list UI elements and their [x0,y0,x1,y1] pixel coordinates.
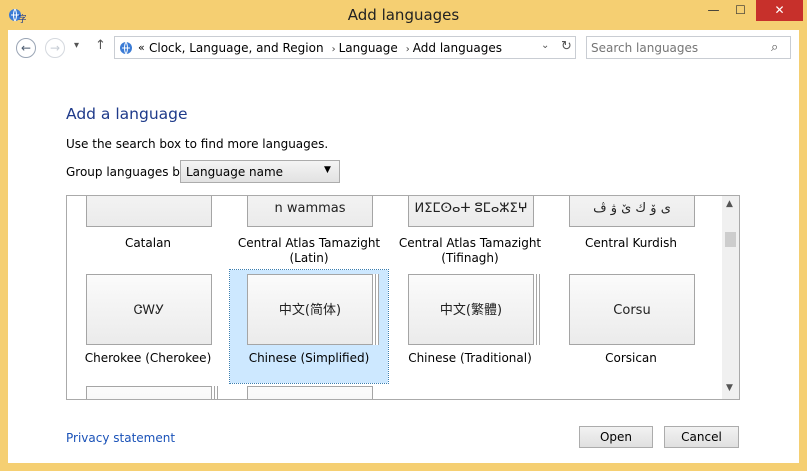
language-tile[interactable]: Corsu Corsican [552,270,710,383]
address-history-dropdown[interactable]: ⌄ [541,40,549,51]
breadcrumb-separator[interactable]: › [406,44,410,55]
page-title: Add a language [66,105,188,123]
language-script-preview: ی ۆ ك ێ ۋ ڤ [569,196,695,227]
back-button[interactable]: ← [16,38,36,58]
recent-locations-dropdown[interactable]: ▾ [74,40,79,51]
chevron-down-icon: ▼ [324,165,331,175]
language-tile[interactable]: n wammas Central Atlas Tamazight (Latin) [230,196,388,268]
language-tile-label: Catalan [124,236,172,250]
language-tile-label: Chinese (Simplified) [248,351,370,365]
language-tile[interactable]: ᏣᎳᎩ Cherokee (Cherokee) [69,270,227,383]
language-script-preview: Corsu [569,274,695,345]
group-by-select[interactable]: Language name ▼ [180,160,340,183]
privacy-statement-link[interactable]: Privacy statement [66,431,175,445]
search-input[interactable] [591,39,761,56]
maximize-button[interactable]: ☐ [727,0,754,21]
language-script-preview [86,196,212,227]
breadcrumb-add-languages[interactable]: Add languages [413,41,502,55]
language-tile[interactable]: ی ۆ ك ێ ۋ ڤ Central Kurdish [552,196,710,268]
language-tile[interactable]: 中文(繁體) Chinese (Traditional) [391,270,549,383]
language-script-preview[interactable] [86,386,212,399]
breadcrumb-language[interactable]: Language [339,41,398,55]
refresh-icon[interactable]: ↻ [561,39,572,54]
language-script-preview: ⵍⵉⵎⵙⴰⵜ ⵓⵎⴰⵣⵉⵖ [408,196,534,227]
language-folder-icon [120,41,132,55]
breadcrumb: Clock, Language, and Region › Language › Add… [149,41,505,55]
language-tile-label: Chinese (Traditional) [408,351,532,365]
language-script-preview: 中文(繁體) [408,274,534,345]
language-script-preview: ᏣᎳᎩ [86,274,212,345]
vertical-scrollbar[interactable]: ▲ ▼ [722,196,739,399]
address-bar[interactable]: « Clock, Language, and Region › Language › A… [114,36,576,59]
language-script-preview: n wammas [247,196,373,227]
group-by-value: Language name [186,165,284,179]
open-button[interactable]: Open [579,426,653,448]
search-box[interactable]: ⌕ [586,36,791,59]
language-tile[interactable]: ⵍⵉⵎⵙⴰⵜ ⵓⵎⴰⵣⵉⵖ Central Atlas Tamazight (Ti… [391,196,549,268]
group-by-label: Group languages by: [66,165,191,179]
language-script-preview[interactable] [247,386,373,399]
language-tile-label: Corsican [605,351,657,365]
client-area: ← → ▾ ↑ « Clock, Language, and Region › La… [8,30,799,463]
language-tile-label: Central Atlas Tamazight (Tifinagh) [398,236,542,265]
navigation-bar: ← → ▾ ↑ « Clock, Language, and Region › La… [8,30,799,66]
scroll-thumb[interactable] [725,232,736,247]
scroll-down-arrow[interactable]: ▼ [726,383,733,393]
language-tile-label: Central Atlas Tamazight (Latin) [237,236,381,265]
add-languages-window: 字 Add languages — ☐ ✕ ← → ▾ ↑ « Clock, L… [0,0,807,471]
language-tile[interactable]: Catalan [69,196,227,268]
breadcrumb-clock-language-region[interactable]: Clock, Language, and Region [149,41,324,55]
minimize-button[interactable]: — [700,0,727,21]
title-bar: 字 Add languages — ☐ ✕ [0,0,807,30]
language-script-preview: 中文(简体) [247,274,373,345]
breadcrumb-separator[interactable]: › [332,44,336,55]
language-tile-label: Cherokee (Cherokee) [84,351,212,365]
cancel-button[interactable]: Cancel [664,426,739,448]
language-list: Catalan n wammas Central Atlas Tamazight (… [66,195,740,400]
search-icon[interactable]: ⌕ [771,40,778,55]
breadcrumb-overflow[interactable]: « [138,41,145,54]
up-button[interactable]: ↑ [95,38,106,53]
close-button[interactable]: ✕ [756,0,803,21]
language-tile[interactable]: 中文(简体) Chinese (Simplified) [229,269,389,384]
forward-button[interactable]: → [45,38,65,58]
instructions-text: Use the search box to find more language… [66,137,329,151]
scroll-up-arrow[interactable]: ▲ [726,199,733,209]
language-tile-label: Central Kurdish [585,236,677,250]
window-title: Add languages [347,6,460,24]
